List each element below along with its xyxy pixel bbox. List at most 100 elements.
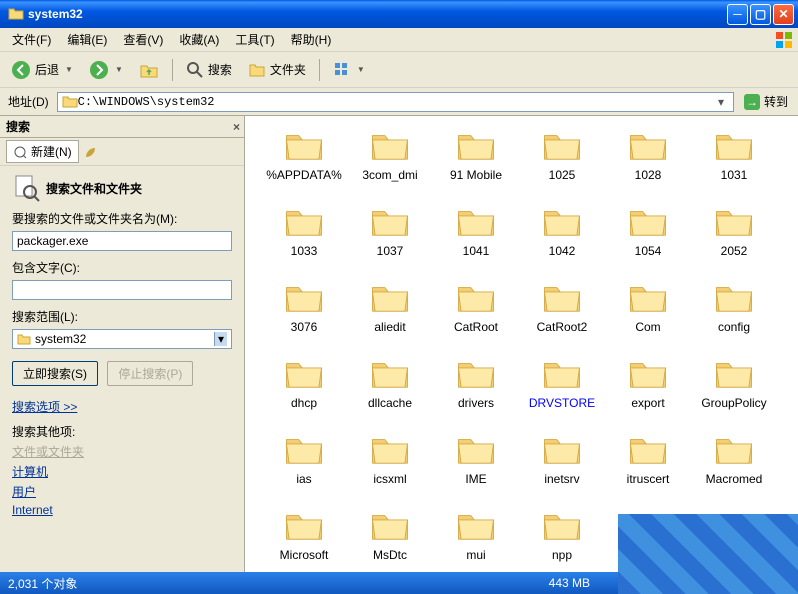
- sidebar-close-button[interactable]: ×: [233, 120, 240, 134]
- folder-item[interactable]: dhcp: [261, 352, 347, 428]
- folder-item[interactable]: 3076: [261, 276, 347, 352]
- link-computers[interactable]: 计算机: [12, 463, 232, 480]
- back-button[interactable]: 后退 ▼: [4, 56, 80, 84]
- sidebar-header: 搜索 ×: [0, 116, 244, 138]
- folder-item[interactable]: %APPDATA%: [261, 124, 347, 200]
- folder-item[interactable]: ias: [261, 428, 347, 504]
- folder-label: 91 Mobile: [450, 168, 502, 182]
- folder-item[interactable]: aliedit: [347, 276, 433, 352]
- search-button[interactable]: 搜索: [179, 56, 239, 84]
- status-object-count: 2,031 个对象: [8, 575, 77, 592]
- new-search-button[interactable]: 新建(N): [6, 140, 79, 163]
- menu-help[interactable]: 帮助(H): [283, 28, 340, 51]
- folder-label: mui: [466, 548, 485, 562]
- folder-item[interactable]: MsDtc: [347, 504, 433, 572]
- views-icon: [333, 61, 351, 79]
- forward-icon: [89, 60, 109, 80]
- new-icon: [13, 145, 27, 159]
- chevron-down-icon: ▼: [357, 65, 365, 74]
- folder-item[interactable]: mui: [433, 504, 519, 572]
- folder-label: dhcp: [291, 396, 317, 410]
- companion-icon[interactable]: [83, 143, 101, 161]
- contains-input[interactable]: [12, 280, 232, 300]
- scope-select[interactable]: system32 ▾: [12, 329, 232, 349]
- folder-item[interactable]: 1041: [433, 200, 519, 276]
- scope-label: 搜索范围(L):: [12, 308, 232, 325]
- folder-icon: [62, 94, 78, 110]
- folder-label: 3com_dmi: [362, 168, 417, 182]
- toolbar: 后退 ▼ ▼ 搜索 文件夹 ▼: [0, 52, 798, 88]
- folder-label: 1054: [635, 244, 662, 258]
- folder-label: inetsrv: [544, 472, 579, 486]
- folder-label: %APPDATA%: [266, 168, 342, 182]
- back-icon: [11, 60, 31, 80]
- address-input[interactable]: C:\WINDOWS\system32 ▾: [57, 92, 734, 112]
- folder-label: 1037: [377, 244, 404, 258]
- status-size: 443 MB: [549, 576, 590, 590]
- folder-item[interactable]: IME: [433, 428, 519, 504]
- folder-item[interactable]: 91 Mobile: [433, 124, 519, 200]
- folder-item[interactable]: GroupPolicy: [691, 352, 777, 428]
- folder-label: 1033: [291, 244, 318, 258]
- folder-item[interactable]: 3com_dmi: [347, 124, 433, 200]
- menu-tools[interactable]: 工具(T): [227, 28, 282, 51]
- menu-file[interactable]: 文件(F): [4, 28, 59, 51]
- link-internet[interactable]: Internet: [12, 503, 232, 517]
- folder-item[interactable]: 1025: [519, 124, 605, 200]
- folder-item[interactable]: DRVSTORE: [519, 352, 605, 428]
- search-now-button[interactable]: 立即搜索(S): [12, 361, 98, 386]
- folder-item[interactable]: 1042: [519, 200, 605, 276]
- menu-view[interactable]: 查看(V): [115, 28, 171, 51]
- folder-label: Microsoft: [280, 548, 329, 562]
- views-button[interactable]: ▼: [326, 56, 372, 84]
- maximize-button[interactable]: ▢: [750, 4, 771, 25]
- folder-label: GroupPolicy: [701, 396, 766, 410]
- forward-button[interactable]: ▼: [82, 56, 130, 84]
- up-button[interactable]: [132, 56, 166, 84]
- folder-label: 1041: [463, 244, 490, 258]
- folder-item[interactable]: 1054: [605, 200, 691, 276]
- folders-button[interactable]: 文件夹: [241, 56, 313, 84]
- link-files-or-folders[interactable]: 文件或文件夹: [12, 443, 232, 460]
- folder-label: 1028: [635, 168, 662, 182]
- folder-label: 2052: [721, 244, 748, 258]
- name-label: 要搜索的文件或文件夹名为(M):: [12, 210, 232, 227]
- minimize-button[interactable]: ─: [727, 4, 748, 25]
- folder-item[interactable]: 1028: [605, 124, 691, 200]
- address-dropdown[interactable]: ▾: [713, 95, 729, 109]
- folder-item[interactable]: CatRoot2: [519, 276, 605, 352]
- folder-item[interactable]: drivers: [433, 352, 519, 428]
- folder-view[interactable]: %APPDATA% 3com_dmi 91 Mobile 1025 1028 1031 10…: [245, 116, 798, 572]
- addressbar: 地址(D) C:\WINDOWS\system32 ▾ → 转到: [0, 88, 798, 116]
- folder-label: IME: [465, 472, 486, 486]
- name-input[interactable]: [12, 231, 232, 251]
- folder-item[interactable]: export: [605, 352, 691, 428]
- folder-item[interactable]: icsxml: [347, 428, 433, 504]
- folder-label: CatRoot2: [537, 320, 588, 334]
- folder-label: itruscert: [627, 472, 670, 486]
- folder-item[interactable]: 2052: [691, 200, 777, 276]
- menu-edit[interactable]: 编辑(E): [59, 28, 115, 51]
- folder-item[interactable]: CatRoot: [433, 276, 519, 352]
- folder-item[interactable]: 1033: [261, 200, 347, 276]
- search-options-link[interactable]: 搜索选项 >>: [12, 398, 232, 415]
- folder-item[interactable]: 1037: [347, 200, 433, 276]
- folder-item[interactable]: itruscert: [605, 428, 691, 504]
- go-button[interactable]: → 转到: [738, 91, 794, 113]
- contains-label: 包含文字(C):: [12, 259, 232, 276]
- folder-label: ias: [296, 472, 311, 486]
- folder-item[interactable]: dllcache: [347, 352, 433, 428]
- folder-item[interactable]: 1031: [691, 124, 777, 200]
- folder-item[interactable]: Microsoft: [261, 504, 347, 572]
- folder-item[interactable]: npp: [519, 504, 605, 572]
- folder-label: 3076: [291, 320, 318, 334]
- address-path: C:\WINDOWS\system32: [78, 95, 713, 109]
- folder-item[interactable]: Macromed: [691, 428, 777, 504]
- window-title: system32: [28, 7, 727, 21]
- close-button[interactable]: ✕: [773, 4, 794, 25]
- folder-item[interactable]: inetsrv: [519, 428, 605, 504]
- link-people[interactable]: 用户: [12, 483, 232, 500]
- folder-item[interactable]: config: [691, 276, 777, 352]
- folder-item[interactable]: Com: [605, 276, 691, 352]
- menu-favorites[interactable]: 收藏(A): [171, 28, 227, 51]
